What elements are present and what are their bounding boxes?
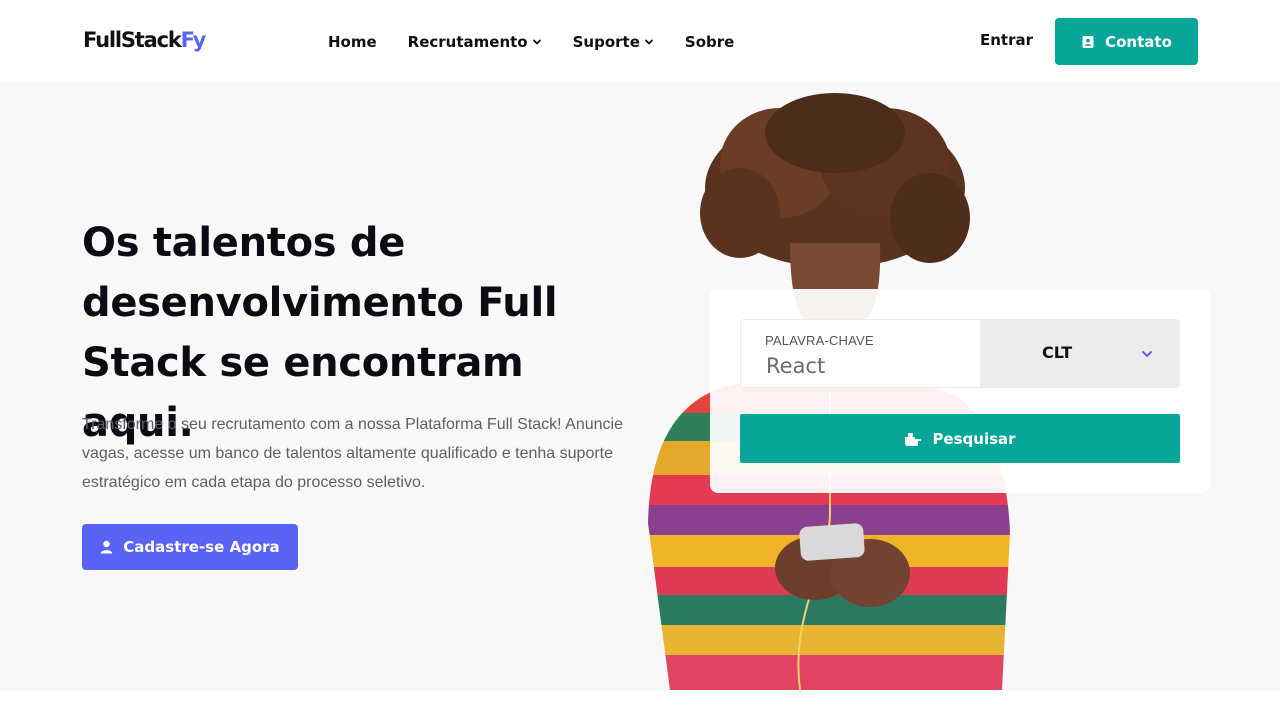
job-search-card: PALAVRA-CHAVE CLT Pesquisar [710,289,1210,493]
user-icon [100,540,113,554]
main-nav: Home Recrutamento Suporte Sobre [328,0,765,83]
nav-item-suporte[interactable]: Suporte [573,33,654,51]
hand-pointer-icon [904,431,922,447]
nav-item-label: Home [328,32,377,51]
keyword-input[interactable] [766,352,966,380]
nav-item-label: Recrutamento [407,32,528,51]
keyword-label: PALAVRA-CHAVE [765,333,874,348]
contract-type-select[interactable]: CLT [980,319,1180,388]
signup-button-label: Cadastre-se Agora [123,538,280,556]
nav-item-label: Sobre [684,32,735,51]
logo[interactable]: FullStackFy [83,26,207,54]
signup-button[interactable]: Cadastre-se Agora [82,524,298,570]
login-link[interactable]: Entrar [980,31,1033,49]
contact-button-label: Contato [1105,32,1172,51]
logo-text-main: FullStack [83,28,182,52]
logo-text-accent: Fy [180,28,207,52]
site-header: FullStackFy Home Recrutamento Suporte So… [0,0,1280,83]
nav-item-home[interactable]: Home [328,33,377,51]
nav-item-label: Suporte [572,32,640,51]
keyword-field: PALAVRA-CHAVE [740,319,980,388]
search-button-label: Pesquisar [932,429,1016,448]
contact-button[interactable]: Contato [1055,18,1198,65]
contract-type-value: CLT [1042,343,1073,362]
chevron-down-icon [532,37,542,47]
chevron-down-icon [644,37,654,47]
chevron-down-icon [1140,347,1154,366]
address-card-icon [1081,35,1095,49]
hero-description: Transforme o seu recrutamento com a noss… [82,416,623,491]
nav-item-sobre[interactable]: Sobre [685,33,734,51]
search-button[interactable]: Pesquisar [740,414,1180,463]
hair-shape [700,93,970,268]
nav-item-recrutamento[interactable]: Recrutamento [408,33,542,51]
hero-section: Os talentos de desenvolvimento Full Stac… [0,83,1280,690]
